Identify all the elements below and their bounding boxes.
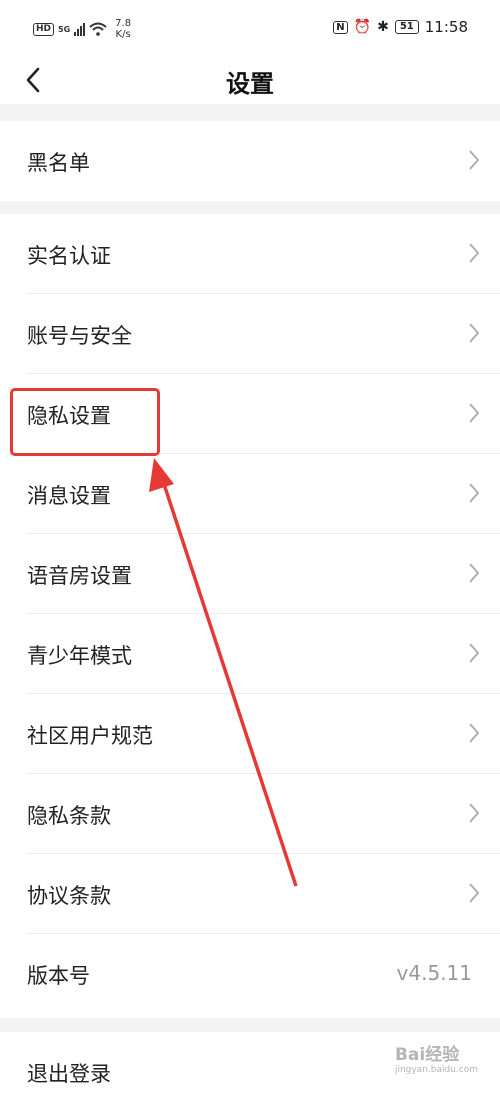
watermark: Bai经验 jingyan.baidu.com bbox=[395, 1040, 478, 1075]
watermark-sub: jingyan.baidu.com bbox=[394, 1065, 478, 1075]
watermark-text: Bai经验 bbox=[394, 1045, 460, 1065]
annotation-arrow bbox=[149, 458, 298, 887]
